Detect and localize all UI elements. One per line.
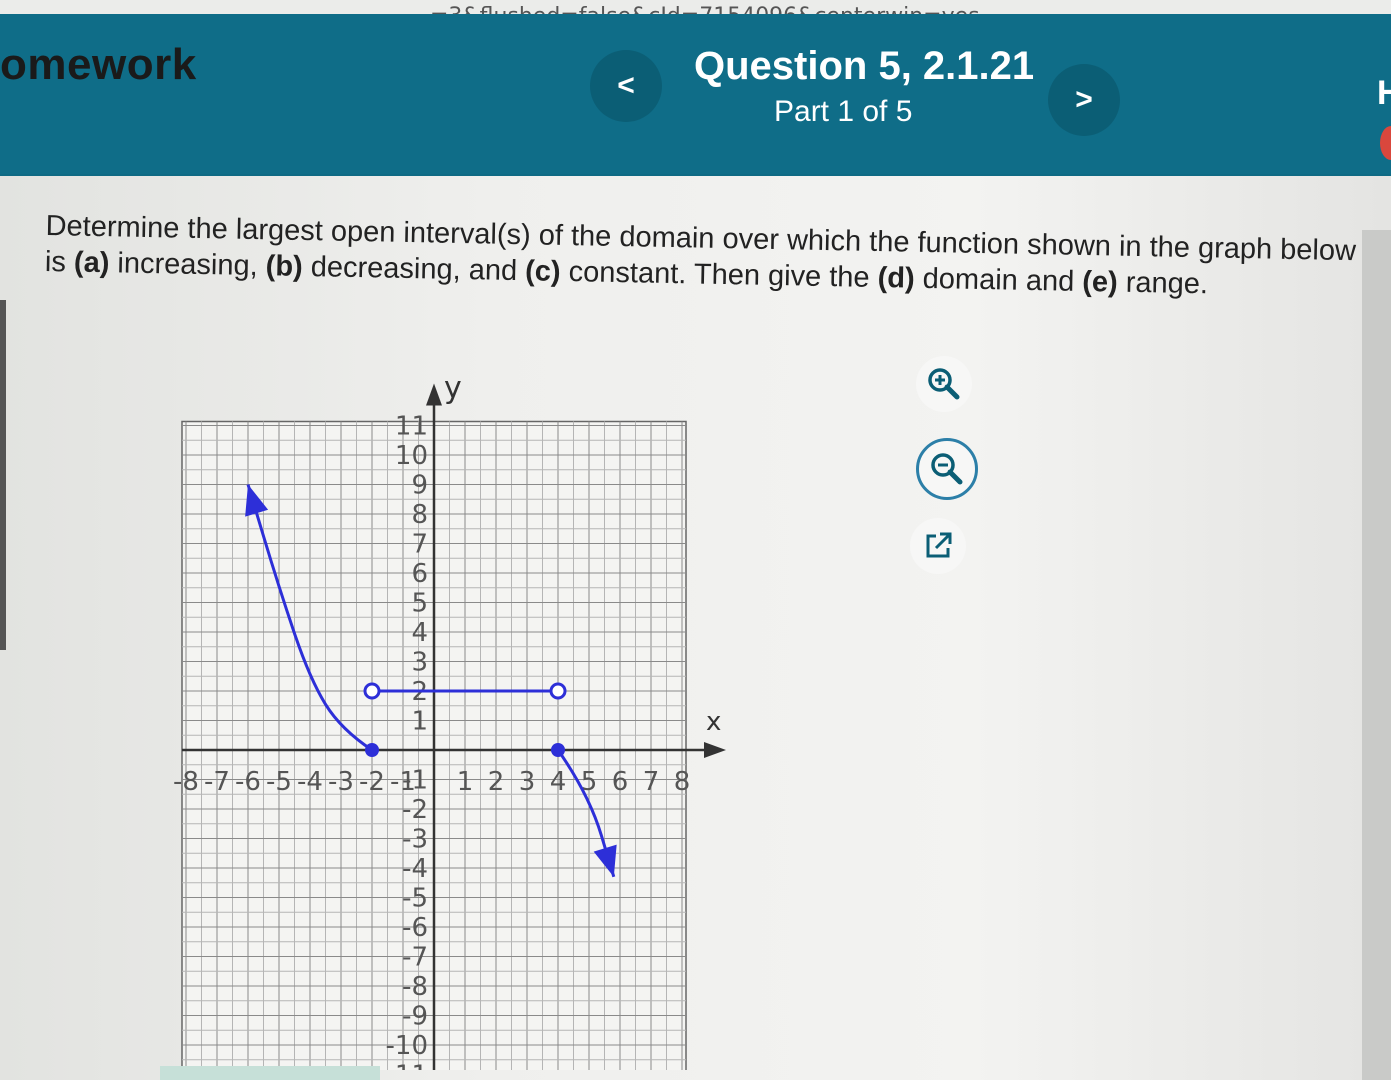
zoom-in-icon bbox=[928, 368, 960, 400]
y-axis-arrow-icon bbox=[426, 383, 442, 406]
y-tick-label: -4 bbox=[402, 854, 428, 884]
x-tick-label: 2 bbox=[488, 767, 505, 797]
x-tick-label: 7 bbox=[643, 767, 660, 797]
y-tick-label: 3 bbox=[411, 648, 428, 678]
y-tick-label: 11 bbox=[395, 412, 428, 442]
bottom-tab bbox=[160, 1066, 380, 1080]
y-tick-label: -8 bbox=[402, 972, 428, 1002]
y-tick-label: -5 bbox=[402, 884, 428, 914]
x-tick-label: -4 bbox=[297, 767, 323, 797]
y-tick-label: -2 bbox=[402, 795, 428, 825]
x-tick-label: 1 bbox=[457, 767, 474, 797]
y-tick-label: 4 bbox=[411, 618, 428, 648]
function-graph: xy-8-7-6-5-4-3-2-1123456781110987654321-… bbox=[173, 371, 726, 1071]
y-tick-label: 8 bbox=[411, 500, 428, 530]
y-tick-label: -1 bbox=[402, 766, 428, 796]
y-tick-label: 7 bbox=[411, 530, 428, 560]
x-tick-label: -6 bbox=[235, 767, 261, 797]
y-tick-label: 9 bbox=[411, 471, 428, 501]
app-brand: omework bbox=[0, 40, 197, 89]
y-tick-label: 10 bbox=[395, 441, 428, 471]
y-tick-label: -10 bbox=[386, 1031, 428, 1061]
x-tick-label: -3 bbox=[328, 767, 354, 797]
zoom-out-icon bbox=[931, 453, 963, 485]
y-tick-label: 1 bbox=[411, 707, 428, 737]
y-tick-label: 5 bbox=[411, 589, 428, 619]
x-tick-label: 4 bbox=[550, 767, 567, 797]
y-tick-label: 6 bbox=[411, 559, 428, 589]
question-title: Question 5, 2.1.21 bbox=[694, 44, 1035, 88]
zoom-in-button[interactable] bbox=[916, 356, 972, 412]
x-tick-label: 8 bbox=[674, 767, 691, 797]
x-tick-label: -7 bbox=[204, 767, 230, 797]
scrollbar[interactable] bbox=[1362, 230, 1391, 1080]
question-part: Part 1 of 5 bbox=[774, 95, 913, 128]
chevron-right-icon: > bbox=[1075, 83, 1093, 116]
chevron-left-icon: < bbox=[617, 69, 635, 102]
x-tick-label: -5 bbox=[266, 767, 292, 797]
y-tick-label: -11 bbox=[386, 1061, 428, 1071]
y-tick-label: -3 bbox=[402, 825, 428, 855]
x-tick-label: 3 bbox=[519, 767, 536, 797]
y-tick-label: -9 bbox=[402, 1002, 428, 1032]
x-tick-label: -2 bbox=[359, 767, 385, 797]
x-tick-label: -8 bbox=[173, 767, 199, 797]
y-tick-label: -6 bbox=[402, 913, 428, 943]
popout-button[interactable] bbox=[910, 518, 966, 574]
next-question-button[interactable]: > bbox=[1048, 64, 1120, 136]
previous-question-button[interactable]: < bbox=[590, 50, 662, 122]
open-endpoint bbox=[549, 682, 567, 700]
closed-endpoint bbox=[551, 743, 565, 757]
x-axis-label: x bbox=[706, 707, 721, 737]
popout-icon bbox=[926, 532, 952, 558]
left-edge bbox=[0, 300, 6, 650]
y-axis-label: y bbox=[444, 371, 462, 406]
edge-letter: H bbox=[1377, 74, 1391, 112]
open-endpoint bbox=[363, 682, 381, 700]
x-axis-arrow-icon bbox=[704, 742, 726, 758]
y-tick-label: -7 bbox=[402, 943, 428, 973]
x-tick-label: 6 bbox=[612, 767, 629, 797]
closed-endpoint bbox=[365, 743, 379, 757]
zoom-out-button[interactable] bbox=[916, 438, 978, 500]
